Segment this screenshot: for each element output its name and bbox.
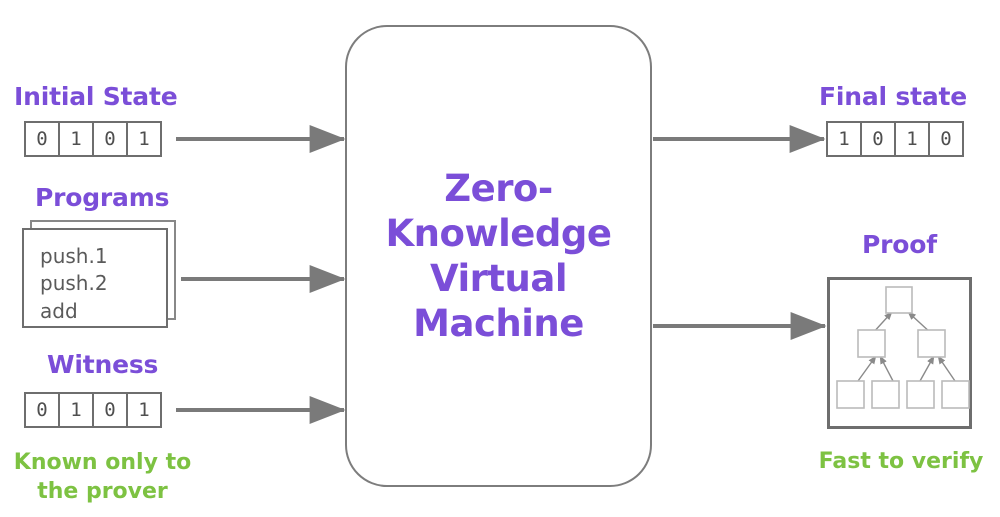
bit-cell: 0 [24, 121, 60, 157]
programs-card-stack: push.1 push.2 add [22, 220, 182, 330]
witness-bits: 0 1 0 1 [24, 392, 162, 428]
zkvm-box: Zero- Knowledge Virtual Machine [345, 25, 652, 487]
bit-cell: 0 [24, 392, 60, 428]
bit-cell: 1 [58, 121, 94, 157]
zkvm-title-line-1: Zero- [444, 166, 553, 210]
code-line: add [40, 298, 78, 323]
zkvm-title-line-3: Virtual [429, 257, 568, 300]
diagram-canvas: Initial State 0 1 0 1 Programs push.1 pu… [0, 0, 1000, 517]
proof-box [827, 277, 972, 429]
final-state-bits: 1 0 1 0 [826, 121, 964, 157]
initial-state-label: Initial State [14, 82, 178, 111]
code-line: push.2 [40, 271, 108, 296]
bit-cell: 1 [894, 121, 930, 157]
proof-caption: Fast to verify [818, 449, 984, 474]
proof-label: Proof [862, 230, 937, 259]
bit-cell: 1 [126, 121, 162, 157]
witness-label: Witness [47, 350, 159, 379]
initial-state-bits: 0 1 0 1 [24, 121, 162, 157]
code-line: push.1 [40, 244, 108, 268]
bit-cell: 1 [126, 392, 162, 428]
witness-caption: Known only to the prover [0, 448, 205, 506]
bit-cell: 0 [92, 121, 128, 157]
bit-cell: 0 [928, 121, 964, 157]
programs-label: Programs [35, 183, 170, 212]
witness-caption-line-1: Known only to [13, 450, 192, 475]
programs-card-front: push.1 push.2 add [22, 228, 168, 328]
zkvm-title: Zero- Knowledge Virtual Machine [386, 166, 612, 347]
zkvm-title-line-2: Knowledge [385, 211, 612, 255]
final-state-label: Final state [819, 82, 967, 111]
bit-cell: 0 [860, 121, 896, 157]
bit-cell: 0 [92, 392, 128, 428]
witness-caption-line-2: the prover [37, 479, 168, 505]
zkvm-title-line-4: Machine [413, 302, 584, 346]
bit-cell: 1 [58, 392, 94, 428]
bit-cell: 1 [826, 121, 862, 157]
